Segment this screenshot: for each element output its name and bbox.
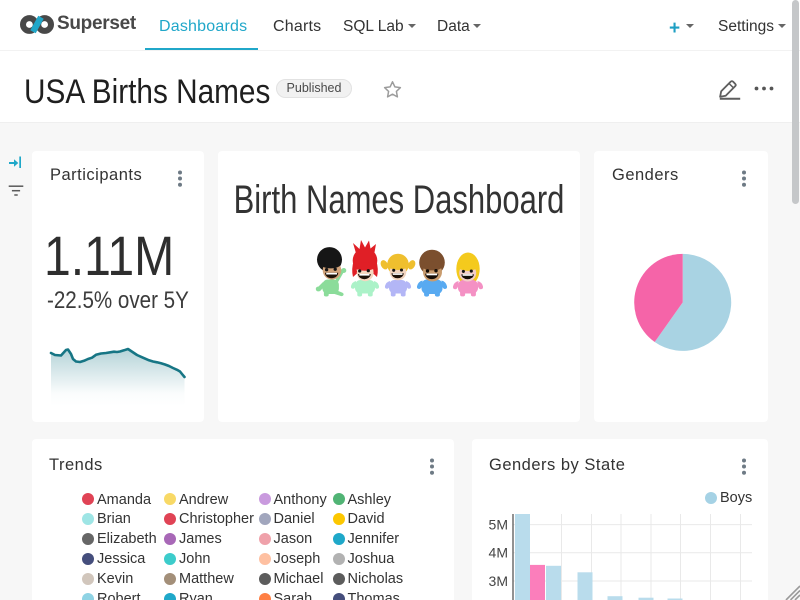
svg-text:3M: 3M [489,573,508,589]
svg-text:4M: 4M [489,545,508,561]
svg-text:5M: 5M [489,516,508,532]
